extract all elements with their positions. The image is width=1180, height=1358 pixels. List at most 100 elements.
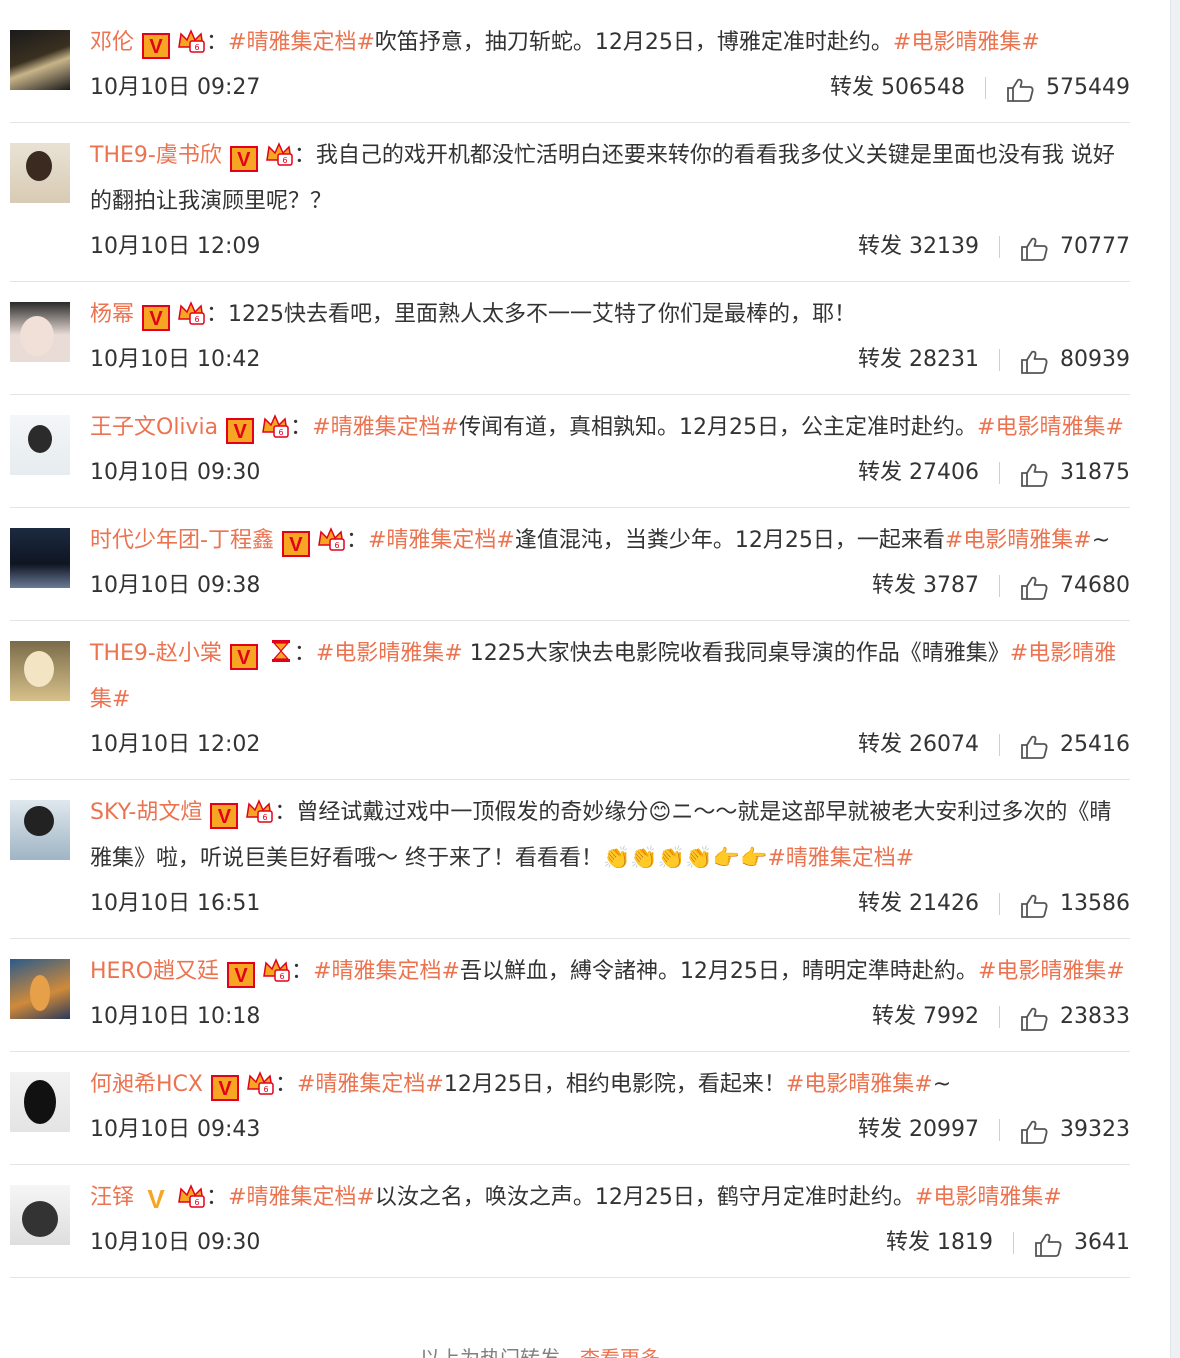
username-link[interactable]: 何昶希HCX	[90, 1072, 203, 1097]
vip-crown-icon[interactable]: 6	[261, 953, 291, 982]
repost-count-button[interactable]: 转发 28231	[858, 338, 979, 382]
timestamp[interactable]: 10月10日 09:30	[90, 451, 260, 495]
like-count[interactable]: 13586	[1060, 882, 1130, 926]
verified-v-icon[interactable]: V	[281, 531, 310, 557]
timestamp[interactable]: 10月10日 09:38	[90, 564, 260, 608]
colon: ：	[291, 959, 314, 984]
verified-v-icon[interactable]: V	[142, 1186, 170, 1213]
hashtag-link[interactable]: #电影晴雅集#	[977, 415, 1124, 440]
username-link[interactable]: 汪铎	[90, 1185, 134, 1210]
vip-crown-icon[interactable]: 6	[176, 24, 206, 53]
username-link[interactable]: 王子文Olivia	[90, 415, 218, 440]
like-count[interactable]: 80939	[1060, 338, 1130, 382]
verified-v-icon[interactable]: V	[226, 418, 255, 444]
avatar[interactable]	[10, 302, 70, 362]
timestamp[interactable]: 10月10日 12:09	[90, 225, 260, 269]
hashtag-link[interactable]: #晴雅集定档#	[368, 528, 515, 553]
verified-v-icon[interactable]: V	[142, 33, 171, 59]
like-count[interactable]: 575449	[1046, 66, 1130, 110]
avatar[interactable]	[10, 1072, 70, 1132]
verified-v-icon[interactable]: V	[229, 644, 258, 670]
avatar[interactable]	[10, 800, 70, 860]
divider	[985, 77, 987, 99]
username-link[interactable]: SKY-胡文煊	[90, 800, 202, 825]
verified-v-icon[interactable]: V	[229, 146, 258, 172]
thumbs-up-icon[interactable]	[1034, 1230, 1062, 1257]
svg-text:6: 6	[194, 1198, 199, 1207]
hashtag-link[interactable]: #晴雅集定档#	[228, 30, 375, 55]
timestamp[interactable]: 10月10日 09:43	[90, 1108, 260, 1152]
username-link[interactable]: 时代少年团-丁程鑫	[90, 528, 274, 553]
hashtag-link[interactable]: #晴雅集定档#	[767, 846, 914, 871]
like-count[interactable]: 23833	[1060, 995, 1130, 1039]
avatar[interactable]	[10, 1185, 70, 1245]
stats: 转发 3787 74680	[872, 564, 1130, 608]
hashtag-link[interactable]: #晴雅集定档#	[228, 1185, 375, 1210]
avatar[interactable]	[10, 959, 70, 1019]
hourglass-icon[interactable]	[268, 635, 294, 662]
repost-count-button[interactable]: 转发 27406	[858, 451, 979, 495]
repost-count-button[interactable]: 转发 506548	[830, 66, 965, 110]
timestamp[interactable]: 10月10日 09:30	[90, 1221, 260, 1265]
verified-v-icon[interactable]: V	[142, 305, 171, 331]
timestamp[interactable]: 10月10日 12:02	[90, 723, 260, 767]
vip-crown-icon[interactable]: 6	[244, 794, 274, 823]
thumbs-up-icon[interactable]	[1006, 75, 1034, 102]
thumbs-up-icon[interactable]	[1020, 347, 1048, 374]
hashtag-link[interactable]: #晴雅集定档#	[312, 415, 459, 440]
thumbs-up-icon[interactable]	[1020, 234, 1048, 261]
vip-crown-icon[interactable]: 6	[176, 296, 206, 325]
like-count[interactable]: 70777	[1060, 225, 1130, 269]
hashtag-link[interactable]: #电影晴雅集#	[945, 528, 1092, 553]
like-count[interactable]: 74680	[1060, 564, 1130, 608]
view-more-link[interactable]: 查看更多	[580, 1348, 660, 1358]
thumbs-up-icon[interactable]	[1020, 732, 1048, 759]
repost-count-button[interactable]: 转发 3787	[872, 564, 979, 608]
vip-crown-icon[interactable]: 6	[316, 522, 346, 551]
vip-crown-icon[interactable]: 6	[260, 409, 290, 438]
username-link[interactable]: THE9-赵小棠	[90, 641, 222, 666]
username-link[interactable]: THE9-虞书欣	[90, 143, 222, 168]
hashtag-link[interactable]: #电影晴雅集#	[316, 641, 463, 666]
avatar[interactable]	[10, 641, 70, 701]
avatar[interactable]	[10, 415, 70, 475]
thumbs-up-icon[interactable]	[1020, 1004, 1048, 1031]
like-count[interactable]: 39323	[1060, 1108, 1130, 1152]
avatar[interactable]	[10, 30, 70, 90]
thumbs-up-icon[interactable]	[1020, 573, 1048, 600]
repost-count-button[interactable]: 转发 21426	[858, 882, 979, 926]
thumbs-up-icon[interactable]	[1020, 460, 1048, 487]
username-link[interactable]: 邓伦	[90, 30, 134, 55]
hashtag-link[interactable]: #电影晴雅集#	[978, 959, 1125, 984]
timestamp[interactable]: 10月10日 09:27	[90, 66, 260, 110]
hashtag-link[interactable]: #电影晴雅集#	[915, 1185, 1062, 1210]
timestamp[interactable]: 10月10日 10:42	[90, 338, 260, 382]
verified-v-icon[interactable]: V	[210, 803, 239, 829]
vip-crown-icon[interactable]: 6	[245, 1066, 275, 1095]
like-count[interactable]: 31875	[1060, 451, 1130, 495]
hashtag-link[interactable]: #晴雅集定档#	[313, 959, 460, 984]
repost-count-button[interactable]: 转发 20997	[858, 1108, 979, 1152]
repost-count-button[interactable]: 转发 1819	[886, 1221, 993, 1265]
hashtag-link[interactable]: #电影晴雅集#	[786, 1072, 933, 1097]
repost-count-button[interactable]: 转发 32139	[858, 225, 979, 269]
avatar[interactable]	[10, 143, 70, 203]
repost-count-button[interactable]: 转发 26074	[858, 723, 979, 767]
scrollbar-track[interactable]	[1170, 0, 1180, 1358]
thumbs-up-icon[interactable]	[1020, 891, 1048, 918]
hashtag-link[interactable]: #晴雅集定档#	[297, 1072, 444, 1097]
hashtag-link[interactable]: #电影晴雅集#	[893, 30, 1040, 55]
vip-crown-icon[interactable]: 6	[176, 1179, 206, 1208]
timestamp[interactable]: 10月10日 16:51	[90, 882, 260, 926]
username-link[interactable]: 杨幂	[90, 302, 134, 327]
like-count[interactable]: 25416	[1060, 723, 1130, 767]
timestamp[interactable]: 10月10日 10:18	[90, 995, 260, 1039]
like-count[interactable]: 3641	[1074, 1221, 1130, 1265]
repost-count-button[interactable]: 转发 7992	[872, 995, 979, 1039]
vip-crown-icon[interactable]: 6	[264, 137, 294, 166]
verified-v-icon[interactable]: V	[227, 962, 256, 988]
avatar[interactable]	[10, 528, 70, 588]
verified-v-icon[interactable]: V	[210, 1075, 239, 1101]
username-link[interactable]: HERO趙又廷	[90, 959, 219, 984]
thumbs-up-icon[interactable]	[1020, 1117, 1048, 1144]
